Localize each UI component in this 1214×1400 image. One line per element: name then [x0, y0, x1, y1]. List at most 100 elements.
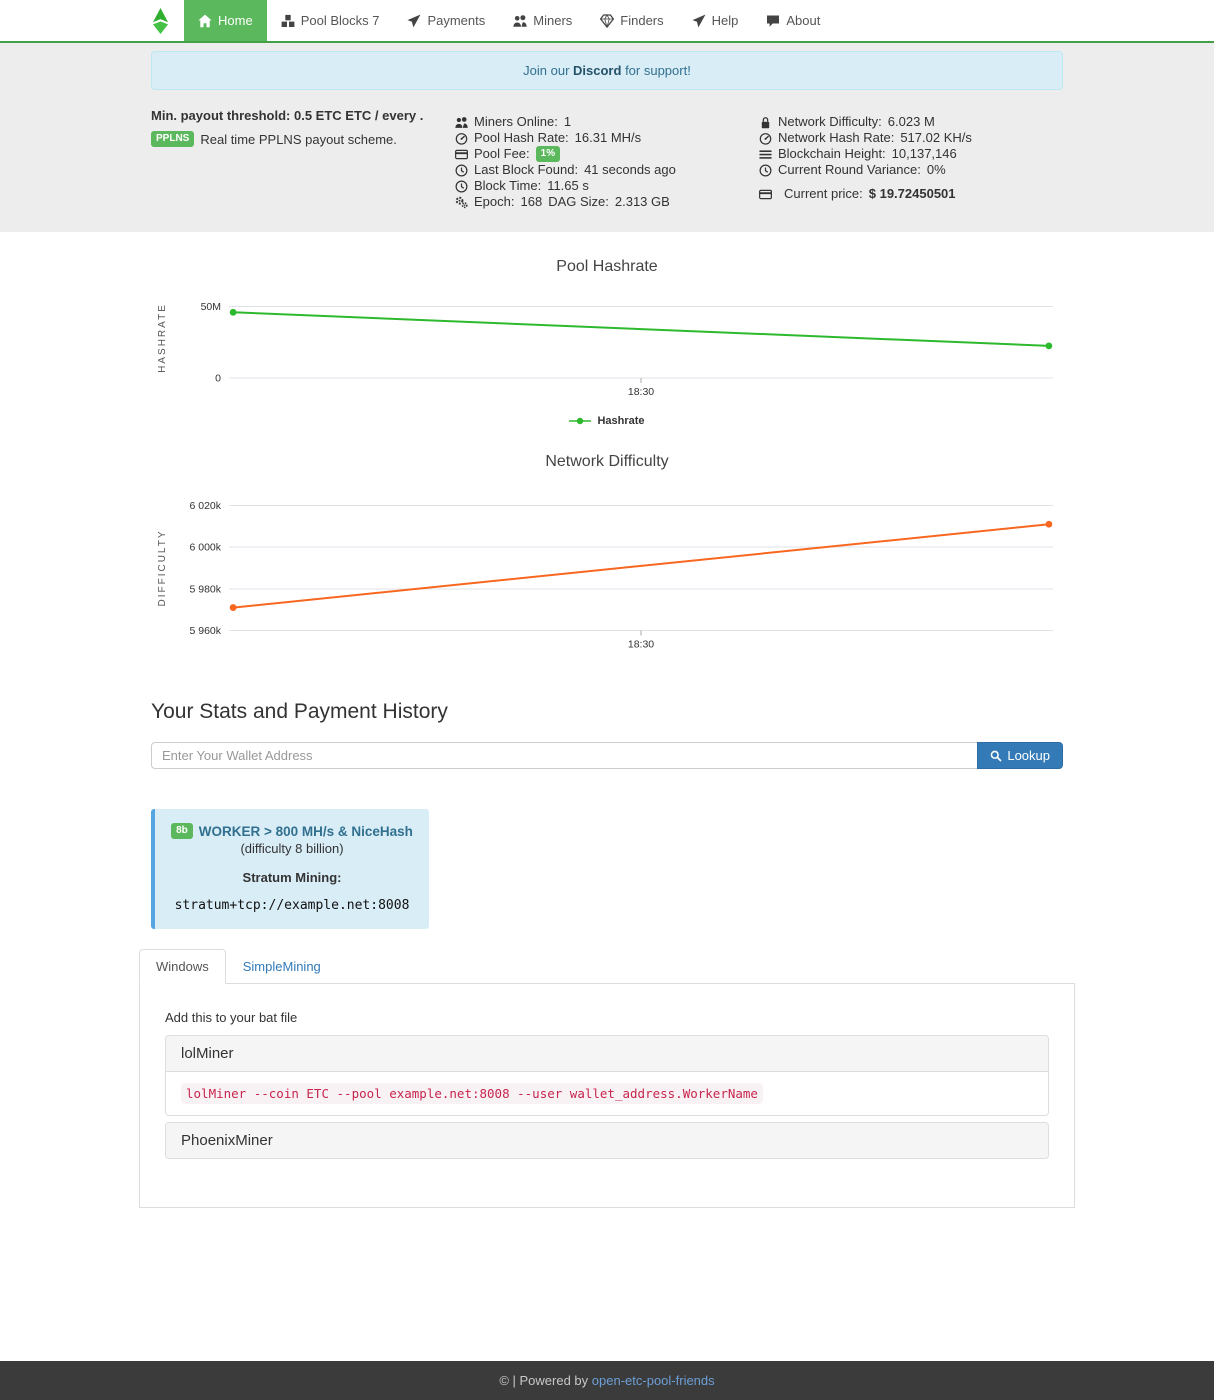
nav-label: Home — [218, 13, 253, 28]
page-footer: © | Powered by open-etc-pool-friends — [0, 1361, 1214, 1400]
legend-label: Hashrate — [597, 415, 644, 427]
bars-icon — [759, 148, 772, 161]
stat-value: 16.31 MH/s — [575, 130, 641, 146]
nav-item-payments[interactable]: Payments — [393, 0, 499, 41]
stat-value: 1 — [564, 114, 571, 130]
phoenixminer-accordion: PhoenixMiner — [165, 1122, 1049, 1159]
alert-text: Join our — [523, 63, 569, 78]
nav-label: Finders — [620, 13, 663, 28]
pplns-badge: PPLNS — [151, 131, 194, 147]
nav-item-miners[interactable]: Miners — [499, 0, 586, 41]
tab-windows[interactable]: Windows — [139, 949, 226, 984]
lookup-button-label: Lookup — [1007, 748, 1050, 763]
network-hashrate-stat: Network Hash Rate: 517.02 KH/s — [759, 130, 1063, 146]
nav-label: Miners — [533, 13, 572, 28]
svg-text:18:30: 18:30 — [628, 639, 654, 651]
lolminer-accordion-body: lolMiner --coin ETC --pool example.net:8… — [166, 1071, 1048, 1115]
stats-history-heading: Your Stats and Payment History — [151, 700, 1063, 724]
svg-text:0: 0 — [215, 373, 221, 385]
stat-value: 168 — [520, 194, 542, 210]
stat-value: 0% — [927, 162, 946, 178]
pool-hashrate-stat: Pool Hash Rate: 16.31 MH/s — [455, 130, 759, 146]
paper-plane-icon — [692, 14, 706, 28]
gem-icon — [600, 14, 614, 28]
stats-hero: Join our Discord for support! Min. payou… — [0, 43, 1214, 232]
windows-tab-panel: Add this to your bat file lolMiner lolMi… — [139, 984, 1075, 1208]
pool-fee-badge: 1% — [536, 146, 560, 162]
stat-value: 517.02 KH/s — [900, 130, 972, 146]
lolminer-accordion-header[interactable]: lolMiner — [166, 1036, 1048, 1071]
nav-item-help[interactable]: Help — [678, 0, 753, 41]
stat-label: DAG Size: — [548, 194, 609, 210]
nav-item-home[interactable]: Home — [184, 0, 267, 41]
hashrate-legend: Hashrate — [151, 415, 1063, 427]
money-icon — [759, 188, 772, 201]
network-difficulty-chart: Network Difficulty 6 020k6 000k5 980k5 9… — [151, 453, 1063, 672]
etc-diamond-icon — [151, 8, 170, 34]
cubes-icon — [281, 14, 295, 28]
stat-value: 41 seconds ago — [584, 162, 676, 178]
stat-value: $ 19.72450501 — [869, 186, 956, 202]
nav-item-pool-blocks[interactable]: Pool Blocks 7 — [267, 0, 394, 41]
chart-title: Pool Hashrate — [151, 258, 1063, 276]
home-icon — [198, 14, 212, 28]
comment-icon — [766, 14, 780, 28]
stat-label: Pool Fee: — [474, 146, 530, 162]
nav-item-finders[interactable]: Finders — [586, 0, 677, 41]
credit-card-icon — [455, 148, 468, 161]
pool-hashrate-chart: Pool Hashrate 50M018:30HASHRATE Hashrate — [151, 258, 1063, 427]
stat-value: 6.023 M — [888, 114, 935, 130]
discord-alert: Join our Discord for support! — [151, 51, 1063, 90]
svg-text:6 000k: 6 000k — [189, 542, 221, 554]
discord-link[interactable]: Discord — [573, 63, 621, 78]
nicehash-title: WORKER > 800 MH/s & NiceHash — [199, 824, 413, 839]
cogs-icon — [455, 196, 468, 209]
tachometer-icon — [759, 132, 772, 145]
stratum-label: Stratum Mining: — [165, 870, 419, 885]
pool-hashrate-plot: 50M018:30HASHRATE — [151, 290, 1063, 407]
chart-title: Network Difficulty — [151, 453, 1063, 471]
nav-label: Payments — [427, 13, 485, 28]
clock-icon — [455, 164, 468, 177]
pool-fee-stat: Pool Fee: 1% — [455, 146, 759, 162]
stat-label: Current Round Variance: — [778, 162, 921, 178]
paper-plane-icon — [407, 14, 421, 28]
os-tab-bar: Windows SimpleMining — [139, 949, 1075, 984]
current-price-stat: Current price: $ 19.72450501 — [759, 186, 1063, 202]
stat-label: Epoch: — [474, 194, 514, 210]
nav-label: About — [786, 13, 820, 28]
clock-icon — [759, 164, 772, 177]
stat-value: 11.65 s — [547, 178, 589, 194]
tab-simplemining[interactable]: SimpleMining — [226, 949, 338, 984]
nav-item-about[interactable]: About — [752, 0, 834, 41]
alert-text: for support! — [625, 63, 691, 78]
lookup-button[interactable]: Lookup — [977, 742, 1063, 769]
wallet-lookup: Lookup — [151, 742, 1063, 769]
stratum-url: stratum+tcp://example.net:8008 — [165, 898, 419, 913]
epoch-stat: Epoch: 168 DAG Size: 2.313 GB — [455, 194, 759, 210]
stat-label: Network Hash Rate: — [778, 130, 894, 146]
stat-label: Network Difficulty: — [778, 114, 882, 130]
stat-label: Block Time: — [474, 178, 541, 194]
wallet-address-input[interactable] — [151, 742, 977, 769]
lolminer-command: lolMiner --coin ETC --pool example.net:8… — [181, 1083, 763, 1104]
lolminer-accordion: lolMiner lolMiner --coin ETC --pool exam… — [165, 1035, 1049, 1116]
miner-setup-section: Windows SimpleMining Add this to your ba… — [139, 949, 1075, 1208]
payout-column: Min. payout threshold: 0.5 ETC ETC / eve… — [151, 108, 455, 210]
tachometer-icon — [455, 132, 468, 145]
search-icon — [990, 750, 1002, 762]
stat-label: Pool Hash Rate: — [474, 130, 569, 146]
nicehash-info-box: 8b WORKER > 800 MH/s & NiceHash (difficu… — [151, 809, 429, 929]
network-difficulty-stat: Network Difficulty: 6.023 M — [759, 114, 1063, 130]
stat-label: Last Block Found: — [474, 162, 578, 178]
miners-icon — [513, 14, 527, 28]
svg-text:5 980k: 5 980k — [189, 583, 221, 595]
etc-logo[interactable] — [151, 0, 170, 41]
lock-icon — [759, 116, 772, 129]
miners-online-stat: Miners Online: 1 — [455, 114, 759, 130]
svg-text:6 020k: 6 020k — [189, 500, 221, 512]
round-variance-stat: Current Round Variance: 0% — [759, 162, 1063, 178]
phoenixminer-accordion-header[interactable]: PhoenixMiner — [166, 1123, 1048, 1158]
footer-repo-link[interactable]: open-etc-pool-friends — [592, 1373, 715, 1388]
svg-text:18:30: 18:30 — [628, 386, 654, 398]
